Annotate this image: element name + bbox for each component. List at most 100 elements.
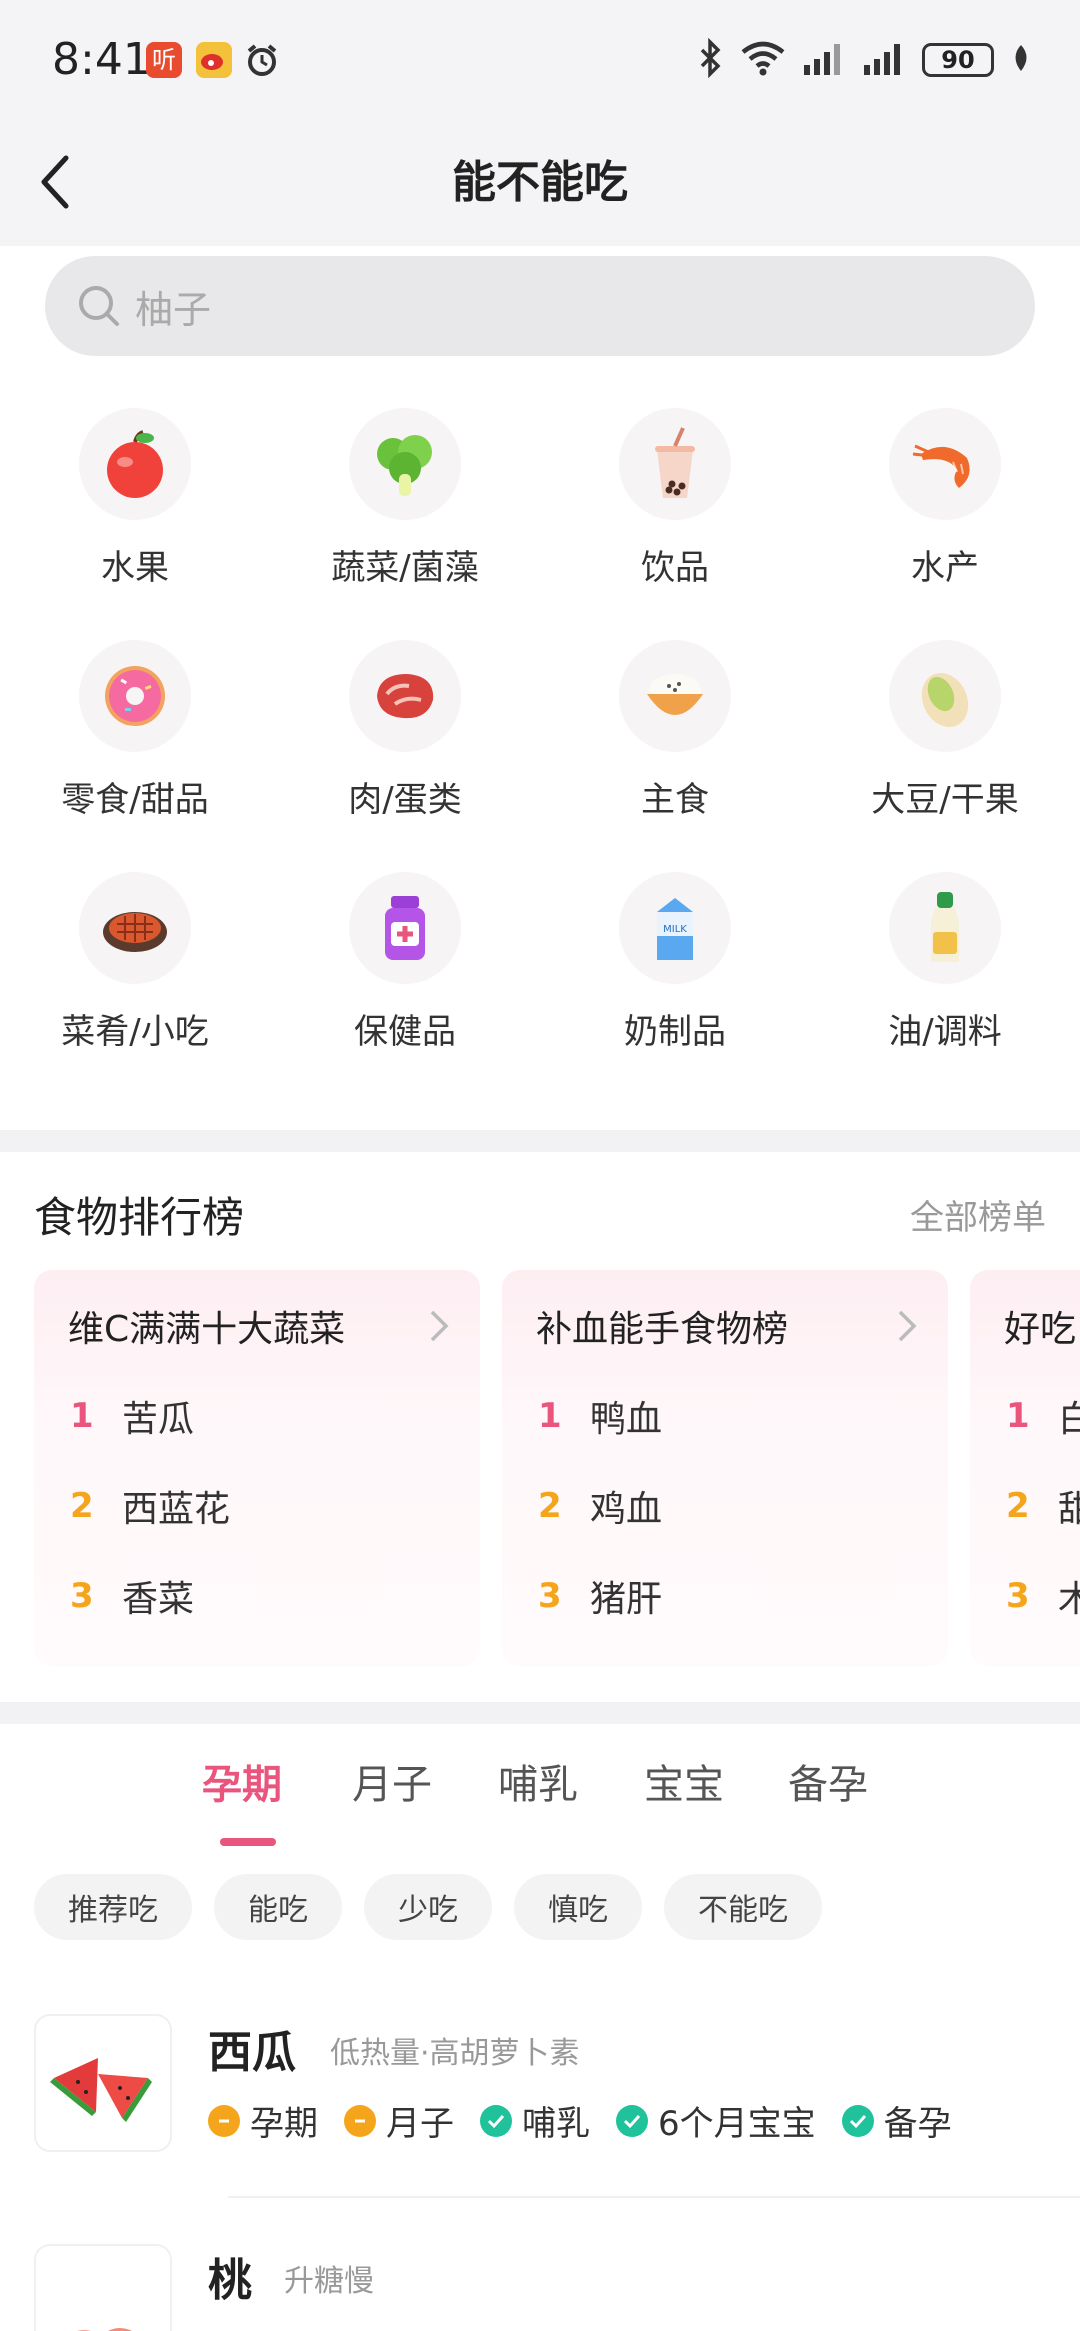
status-icons: 90 [698, 37, 1032, 82]
category-meat-eggs[interactable]: 肉/蛋类 [270, 640, 540, 872]
active-tab-indicator [220, 1838, 276, 1846]
search-input[interactable]: 柚子 [45, 256, 1035, 356]
ranking-item-label: 西蓝花 [122, 1489, 231, 1530]
ranking-item-label: 鸭血 [590, 1399, 663, 1440]
category-label: 饮品 [641, 548, 709, 588]
category-staple[interactable]: 主食 [540, 640, 810, 872]
stage-tag: 孕期 [208, 2096, 318, 2145]
stage-tabs: 孕期 月子 哺乳 宝宝 备孕 [0, 1752, 1080, 1842]
rice-bowl-icon [619, 640, 731, 752]
chip-can-eat[interactable]: 能吃 [214, 1874, 342, 1940]
category-label: 大豆/干果 [871, 780, 1019, 820]
ranking-item-label: 甜 [1058, 1489, 1080, 1530]
category-label: 零食/甜品 [61, 780, 209, 820]
search-icon [79, 286, 119, 326]
chip-eat-less[interactable]: 少吃 [364, 1874, 492, 1940]
category-nuts[interactable]: 大豆/干果 [810, 640, 1080, 872]
ranking-item: 3 猪肝 [538, 1570, 662, 1622]
category-snacks[interactable]: 零食/甜品 [0, 640, 270, 872]
category-label: 蔬菜/菌藻 [331, 548, 479, 588]
status-time: 8:41 [52, 34, 151, 85]
rankings-all-link[interactable]: 全部榜单 [910, 1190, 1046, 1239]
category-condiments[interactable]: 油/调料 [810, 872, 1080, 1104]
tab-baby[interactable]: 宝宝 [644, 1752, 724, 1810]
svg-text:MILK: MILK [663, 924, 687, 935]
ranking-card-title: 维C满满十大蔬菜 [68, 1309, 346, 1350]
ranking-item-label: 白 [1058, 1399, 1080, 1440]
steak-icon [349, 640, 461, 752]
food-description: 升糖慢 [284, 2264, 374, 2299]
tab-preconception[interactable]: 备孕 [788, 1752, 868, 1810]
ranking-item: 2甜 [1006, 1480, 1080, 1532]
supplement-bottle-icon [349, 872, 461, 984]
bluetooth-icon [698, 37, 724, 82]
peach-thumbnail [34, 2244, 172, 2331]
check-icon [841, 2104, 874, 2137]
stage-tag: 备孕 [841, 2096, 952, 2145]
pan-dish-icon [79, 872, 191, 984]
leaf-icon [1010, 43, 1032, 77]
status-bar: 8:41 听 90 [0, 0, 1080, 120]
ranking-card[interactable]: 补血能手食物榜 1 鸭血 2 鸡血 3 猪肝 [502, 1270, 948, 1666]
category-label: 主食 [641, 780, 709, 820]
food-list-item[interactable]: 桃 升糖慢 [0, 2244, 1080, 2331]
category-drinks[interactable]: 饮品 [540, 408, 810, 640]
ranking-item-label: 苦瓜 [122, 1399, 195, 1440]
category-dairy[interactable]: MILK 奶制品 [540, 872, 810, 1104]
rank-number: 1 [1006, 1396, 1030, 1436]
nav-bar: 能不能吃 [0, 120, 1080, 246]
broccoli-icon [349, 408, 461, 520]
category-label: 水产 [911, 548, 979, 588]
rankings-title: 食物排行榜 [34, 1193, 245, 1242]
stage-tag-label: 月子 [386, 2104, 454, 2144]
category-label: 肉/蛋类 [348, 780, 462, 820]
ranking-item-label: 鸡血 [590, 1489, 663, 1530]
list-separator [228, 2196, 1080, 2198]
page-title: 能不能吃 [452, 157, 628, 208]
category-dishes[interactable]: 菜肴/小吃 [0, 872, 270, 1104]
chevron-right-icon [898, 1310, 917, 1342]
check-icon [616, 2104, 648, 2137]
ranking-item: 1白 [1006, 1390, 1080, 1442]
category-supplements[interactable]: 保健品 [270, 872, 540, 1104]
ranking-item: 3 香菜 [70, 1570, 194, 1622]
rank-number: 2 [1006, 1486, 1030, 1526]
category-seafood[interactable]: 水产 [810, 408, 1080, 640]
tab-postpartum[interactable]: 月子 [352, 1752, 432, 1810]
pistachio-icon [889, 640, 1001, 752]
category-label: 保健品 [354, 1012, 456, 1052]
ranking-item-label: 猪肝 [590, 1579, 663, 1620]
apple-icon [79, 408, 191, 520]
ranking-item: 2 鸡血 [538, 1480, 662, 1532]
watermelon-thumbnail [34, 2014, 172, 2152]
chevron-right-icon [430, 1310, 449, 1342]
ranking-item-label: 木 [1058, 1579, 1080, 1620]
category-grid: 水果 蔬菜/菌藻 饮品 水产 零食/甜品 肉/蛋类 主食 大豆/干果 菜肴/小吃… [0, 408, 1080, 1104]
search-placeholder: 柚子 [135, 287, 212, 332]
check-icon [480, 2104, 512, 2137]
tab-pregnancy[interactable]: 孕期 [202, 1752, 282, 1810]
food-description: 低热量·高胡萝卜素 [330, 2036, 580, 2071]
stage-tag-label: 孕期 [250, 2104, 318, 2144]
category-label: 奶制品 [624, 1012, 726, 1052]
ranking-card[interactable]: 好吃 1白 2甜 3木 [970, 1270, 1080, 1666]
chip-recommended[interactable]: 推荐吃 [34, 1874, 192, 1940]
category-label: 水果 [101, 548, 169, 588]
food-stage-tags: 孕期 月子 哺乳 6个月宝宝 备孕 [208, 2096, 978, 2145]
category-label: 菜肴/小吃 [61, 1012, 209, 1052]
category-fruit[interactable]: 水果 [0, 408, 270, 640]
battery-indicator: 90 [922, 43, 994, 77]
rank-number: 2 [538, 1486, 562, 1526]
chip-eat-carefully[interactable]: 慎吃 [514, 1874, 642, 1940]
tab-breastfeeding[interactable]: 哺乳 [498, 1752, 578, 1810]
food-list-item[interactable]: 西瓜 低热量·高胡萝卜素 孕期 月子 哺乳 6个月宝宝 备孕 [0, 2014, 1080, 2234]
ranking-card-title: 补血能手食物榜 [536, 1309, 789, 1350]
ranking-card[interactable]: 维C满满十大蔬菜 1 苦瓜 2 西蓝花 3 香菜 [34, 1270, 480, 1666]
listen-app-icon: 听 [146, 42, 182, 78]
ranking-item: 1 鸭血 [538, 1390, 662, 1442]
wifi-icon [740, 40, 786, 80]
donut-icon [79, 640, 191, 752]
category-vegetables[interactable]: 蔬菜/菌藻 [270, 408, 540, 640]
rank-number: 3 [70, 1576, 94, 1616]
chip-cannot-eat[interactable]: 不能吃 [664, 1874, 822, 1940]
